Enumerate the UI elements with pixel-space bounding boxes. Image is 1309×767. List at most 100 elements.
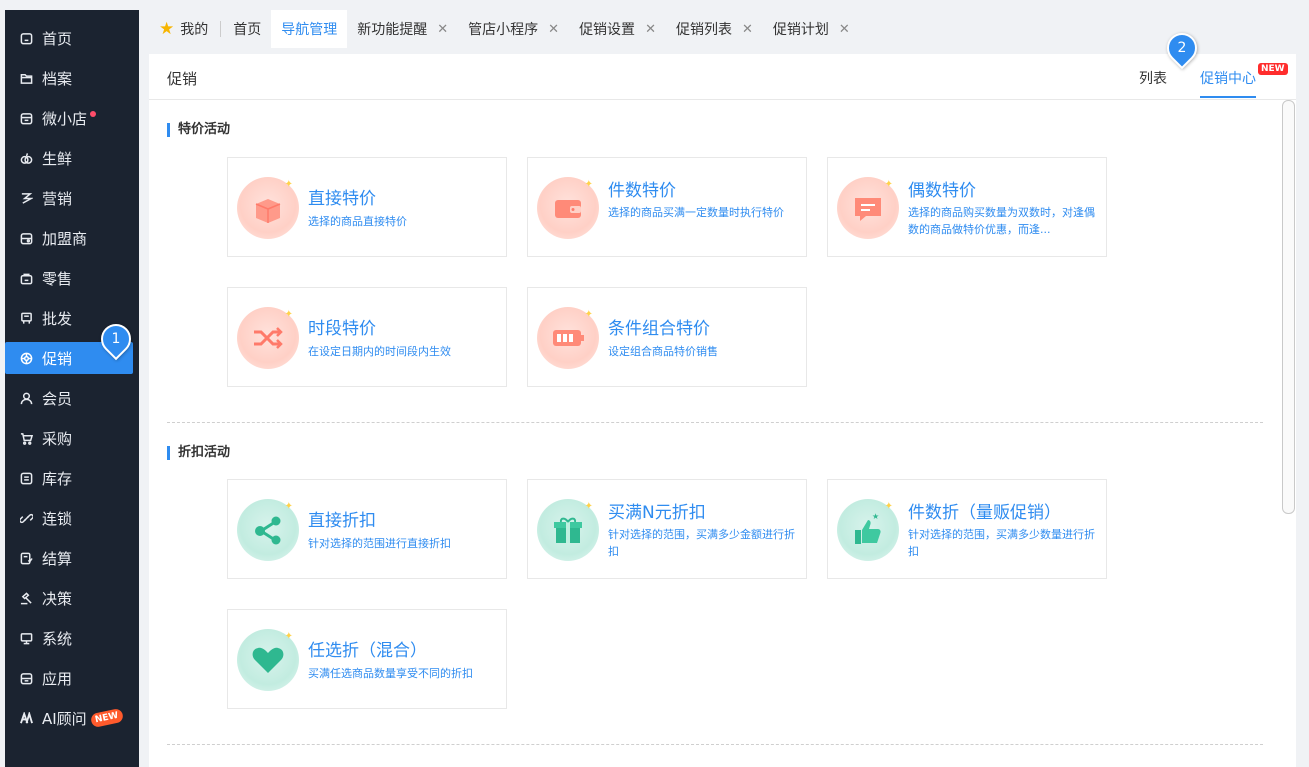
- wallet-icon: ✦: [537, 177, 599, 239]
- tab-mini-program[interactable]: 管店小程序 ✕: [458, 10, 569, 48]
- sidebar-item-label: 档案: [42, 69, 73, 88]
- tab-promotion-settings[interactable]: 促销设置 ✕: [569, 10, 666, 48]
- card-title: 件数折（量贩促销）: [908, 503, 1061, 523]
- shuffle-icon: ✦: [237, 307, 299, 369]
- sidebar-item-archive[interactable]: 档案: [5, 62, 133, 94]
- card-description: 买满任选商品数量享受不同的折扣: [308, 667, 473, 680]
- cart-icon: [18, 430, 34, 446]
- card-title: 买满N元折扣: [608, 503, 706, 523]
- sidebar-item-fresh[interactable]: 生鲜: [5, 142, 133, 174]
- tab-promotion-plan[interactable]: 促销计划 ✕: [763, 10, 860, 48]
- home-icon: [18, 30, 34, 46]
- sidebar-item-label: 促销: [42, 349, 73, 368]
- sidebar-item-member[interactable]: 会员: [5, 382, 133, 414]
- sidebar-item-purchase[interactable]: 采购: [5, 422, 133, 454]
- sparkle-icon: ✦: [584, 179, 593, 190]
- sparkle-icon: ✦: [284, 501, 293, 512]
- card-description: 选择的商品买满一定数量时执行特价: [608, 206, 784, 219]
- sidebar-item-settlement[interactable]: 结算: [5, 542, 133, 574]
- sparkle-icon: ✦: [284, 309, 293, 320]
- card-description: 针对选择的范围，买满多少金额进行折扣: [608, 528, 795, 558]
- sparkle-icon: ✦: [584, 309, 593, 320]
- section-divider: [167, 744, 1263, 745]
- close-icon[interactable]: ✕: [839, 22, 850, 37]
- tab-promotion-list[interactable]: 促销列表 ✕: [666, 10, 763, 48]
- sidebar-item-label: 微小店: [42, 109, 88, 128]
- sidebar-item-ai-advisor[interactable]: AI顾问 NEW: [5, 702, 133, 734]
- close-icon[interactable]: ✕: [437, 22, 448, 37]
- tab-new-feature-reminder[interactable]: 新功能提醒 ✕: [347, 10, 458, 48]
- tab-nav-management[interactable]: 导航管理: [271, 10, 348, 48]
- thumbs-up-icon: ★ ✦: [837, 499, 899, 561]
- card-title: 时段特价: [308, 319, 376, 339]
- monitor-icon: [18, 630, 34, 646]
- vertical-scrollbar[interactable]: [1282, 100, 1295, 767]
- view-list-tab[interactable]: 列表: [1139, 68, 1167, 88]
- sidebar-item-label: 生鲜: [42, 149, 73, 168]
- sidebar-item-decision[interactable]: 决策: [5, 582, 133, 614]
- sidebar-item-chain[interactable]: 连锁: [5, 502, 133, 534]
- message-icon: ✦: [837, 177, 899, 239]
- tab-label: 导航管理: [281, 22, 338, 38]
- card-quantity-discount[interactable]: ★ ✦ 件数折（量贩促销） 针对选择的范围，买满多少数量进行折扣: [827, 479, 1107, 579]
- card-even-special-price[interactable]: ✦ 偶数特价 选择的商品购买数量为双数时，对逢偶数的商品做特价优惠，而逢...: [827, 157, 1107, 257]
- notification-dot: [90, 111, 97, 117]
- star-icon: ★: [159, 19, 175, 39]
- close-icon[interactable]: ✕: [742, 22, 753, 37]
- scrollbar-thumb[interactable]: [1282, 100, 1295, 514]
- card-description: 设定组合商品特价销售: [608, 345, 718, 358]
- sparkle-icon: ✦: [584, 501, 593, 512]
- card-combo-special-price[interactable]: ✦ 条件组合特价 设定组合商品特价销售: [527, 287, 807, 387]
- folder-icon: [18, 70, 34, 86]
- card-time-special-price[interactable]: ✦ 时段特价 在设定日期内的时间段内生效: [227, 287, 507, 387]
- page-title: 促销: [167, 70, 198, 88]
- retail-icon: [18, 270, 34, 286]
- card-description: 在设定日期内的时间段内生效: [308, 345, 451, 358]
- sidebar-item-micro-shop[interactable]: 微小店: [5, 102, 133, 134]
- sidebar-item-home[interactable]: 首页: [5, 22, 133, 54]
- marketing-icon: [18, 190, 34, 206]
- tab-label: 促销列表: [675, 22, 732, 38]
- card-quantity-special-price[interactable]: ✦ 件数特价 选择的商品买满一定数量时执行特价: [527, 157, 807, 257]
- app-icon: [18, 670, 34, 686]
- card-title: 直接折扣: [308, 511, 376, 531]
- close-icon[interactable]: ✕: [548, 22, 559, 37]
- tab-home[interactable]: 首页: [223, 10, 271, 48]
- sidebar-item-label: 应用: [42, 669, 73, 688]
- share-icon: ✦: [237, 499, 299, 561]
- tab-mine[interactable]: ★ 我的: [149, 10, 218, 48]
- section-divider: [167, 422, 1263, 423]
- marker-number: 1: [111, 331, 121, 347]
- close-icon[interactable]: ✕: [645, 22, 656, 37]
- marker-number: 2: [1177, 40, 1187, 56]
- sidebar-item-label: 库存: [42, 469, 73, 488]
- svg-text:★: ★: [872, 512, 879, 521]
- sidebar-item-franchise[interactable]: 加盟商: [5, 222, 133, 254]
- sparkle-icon: ✦: [884, 179, 893, 190]
- tab-separator: [220, 21, 222, 37]
- card-spend-n-discount[interactable]: ✦ 买满N元折扣 针对选择的范围，买满多少金额进行折扣: [527, 479, 807, 579]
- sidebar-item-system[interactable]: 系统: [5, 622, 133, 654]
- sidebar-item-apps[interactable]: 应用: [5, 662, 133, 694]
- shop-icon: [18, 110, 34, 126]
- sparkle-icon: ✦: [284, 631, 293, 642]
- promotion-icon: [18, 350, 34, 366]
- present-icon: ✦: [537, 499, 599, 561]
- view-promotion-center-tab[interactable]: 促销中心: [1200, 68, 1256, 98]
- wholesale-icon: [18, 310, 34, 326]
- card-direct-discount[interactable]: ✦ 直接折扣 针对选择的范围进行直接折扣: [227, 479, 507, 579]
- card-description: 针对选择的范围，买满多少数量进行折扣: [908, 528, 1095, 558]
- sidebar-item-inventory[interactable]: 库存: [5, 462, 133, 494]
- sidebar-item-retail[interactable]: 零售: [5, 262, 133, 294]
- settlement-icon: [18, 550, 34, 566]
- sidebar-item-label: 连锁: [42, 509, 73, 528]
- sparkle-icon: ✦: [884, 501, 893, 512]
- decision-icon: [18, 590, 34, 606]
- card-any-choice-discount[interactable]: ✦ 任选折（混合） 买满任选商品数量享受不同的折扣: [227, 609, 507, 709]
- tab-label: 新功能提醒: [357, 22, 428, 38]
- card-title: 偶数特价: [908, 181, 976, 201]
- card-direct-special-price[interactable]: ✦ 直接特价 选择的商品直接特价: [227, 157, 507, 257]
- card-title: 条件组合特价: [608, 319, 710, 339]
- new-badge: NEW: [1258, 63, 1288, 75]
- sidebar-item-marketing[interactable]: 营销: [5, 182, 133, 214]
